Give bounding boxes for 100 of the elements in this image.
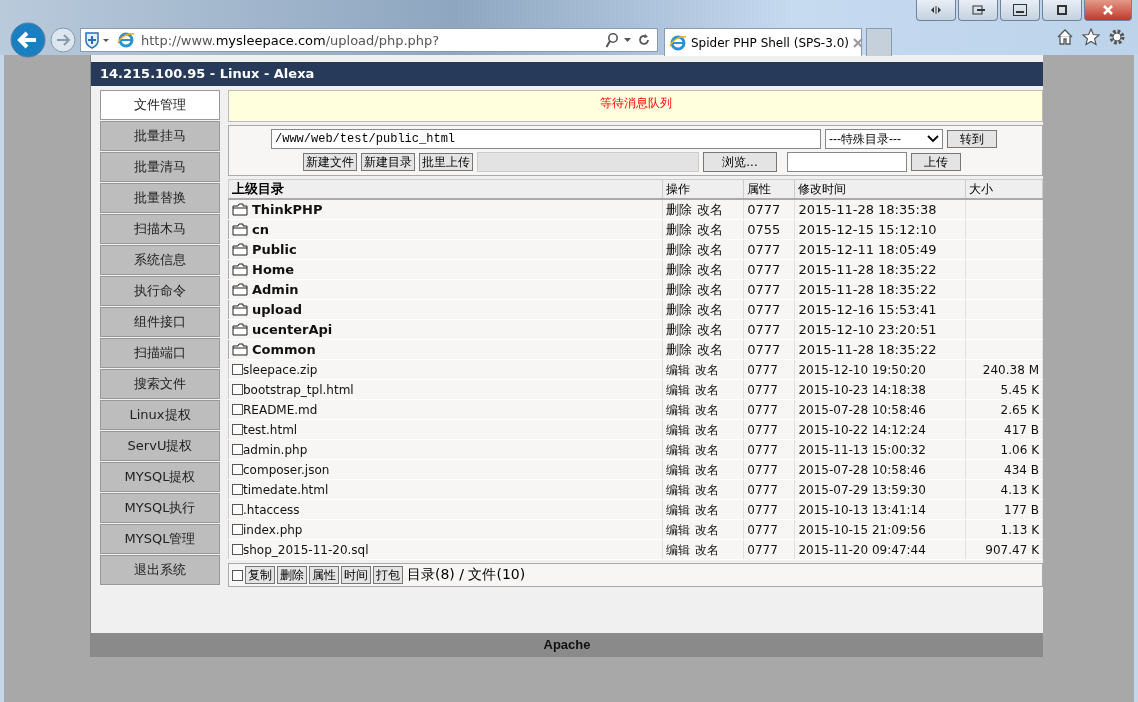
action-link[interactable]: 改名: [695, 541, 720, 558]
file-name[interactable]: sleepace.zip: [243, 361, 318, 378]
upload-button[interactable]: 上传: [911, 153, 961, 171]
new-file-button[interactable]: 新建文件: [303, 153, 357, 171]
go-button[interactable]: 转到: [947, 130, 997, 148]
compat-view-button[interactable]: [916, 0, 956, 21]
menu-item[interactable]: ServU提权: [100, 431, 220, 461]
menu-item[interactable]: 批量挂马: [100, 121, 220, 151]
path-field[interactable]: /www/web/test/public_html: [271, 129, 821, 149]
checkbox[interactable]: [232, 404, 243, 415]
action-link[interactable]: 改名: [695, 361, 720, 378]
action-link[interactable]: 改名: [697, 220, 724, 239]
action-link[interactable]: 改名: [695, 481, 720, 498]
checkbox[interactable]: [232, 524, 243, 535]
checkbox[interactable]: [232, 464, 243, 475]
menu-item[interactable]: MYSQL提权: [100, 462, 220, 492]
file-name[interactable]: index.php: [243, 521, 303, 538]
star-icon[interactable]: [1082, 28, 1100, 46]
action-link[interactable]: 编辑: [666, 361, 691, 378]
settings-icon[interactable]: [1108, 28, 1126, 46]
maximize-button[interactable]: [1042, 0, 1082, 21]
menu-item[interactable]: 搜索文件: [100, 369, 220, 399]
action-button[interactable]: 打包: [373, 566, 403, 584]
filename-field[interactable]: [787, 152, 907, 172]
folder-name[interactable]: Home: [252, 262, 295, 277]
menu-item[interactable]: 批量替换: [100, 183, 220, 213]
action-link[interactable]: 删除: [666, 240, 693, 259]
action-link[interactable]: 编辑: [666, 441, 691, 458]
action-link[interactable]: 改名: [697, 320, 724, 339]
action-link[interactable]: 改名: [695, 501, 720, 518]
checkbox[interactable]: [232, 544, 243, 555]
checkbox[interactable]: [232, 364, 243, 375]
action-link[interactable]: 改名: [697, 240, 724, 259]
action-link[interactable]: 删除: [666, 300, 693, 319]
action-link[interactable]: 改名: [695, 381, 720, 398]
file-name[interactable]: .htaccess: [243, 501, 300, 518]
file-name[interactable]: admin.php: [243, 441, 308, 458]
pin-button[interactable]: [958, 0, 998, 21]
action-link[interactable]: 删除: [666, 220, 693, 239]
action-link[interactable]: 改名: [697, 300, 724, 319]
menu-item[interactable]: 系统信息: [100, 245, 220, 275]
menu-item[interactable]: 批量清马: [100, 152, 220, 182]
folder-name[interactable]: cn: [252, 222, 269, 237]
folder-name[interactable]: Public: [252, 242, 297, 257]
menu-item[interactable]: Linux提权: [100, 400, 220, 430]
checkbox[interactable]: [232, 424, 243, 435]
folder-name[interactable]: ThinkPHP: [252, 202, 323, 217]
action-link[interactable]: 删除: [666, 340, 693, 359]
home-icon[interactable]: [1056, 28, 1074, 46]
menu-item[interactable]: 扫描端口: [100, 338, 220, 368]
action-link[interactable]: 改名: [697, 260, 724, 279]
folder-name[interactable]: Common: [252, 342, 316, 357]
file-name[interactable]: test.html: [243, 421, 298, 438]
action-link[interactable]: 删除: [666, 320, 693, 339]
browser-tab[interactable]: Spider PHP Shell (SPS-3.0): [664, 28, 862, 56]
action-link[interactable]: 编辑: [666, 461, 691, 478]
action-link[interactable]: 改名: [695, 421, 720, 438]
checkbox[interactable]: [232, 384, 243, 395]
action-link[interactable]: 编辑: [666, 501, 691, 518]
checkbox[interactable]: [232, 444, 243, 455]
minimize-button[interactable]: [1000, 0, 1040, 21]
action-button[interactable]: 复制: [245, 566, 275, 584]
folder-name[interactable]: upload: [252, 302, 303, 317]
special-dir-dropdown[interactable]: ---特殊目录---: [825, 129, 943, 149]
action-button[interactable]: 删除: [277, 566, 307, 584]
action-button[interactable]: 时间: [341, 566, 371, 584]
select-all-checkbox[interactable]: [232, 569, 243, 581]
checkbox[interactable]: [232, 504, 243, 515]
action-link[interactable]: 改名: [697, 280, 724, 299]
action-link[interactable]: 编辑: [666, 421, 691, 438]
menu-item[interactable]: MYSQL管理: [100, 524, 220, 554]
folder-name[interactable]: Admin: [252, 282, 299, 297]
file-name[interactable]: timedate.html: [243, 481, 329, 498]
menu-item[interactable]: 执行命令: [100, 276, 220, 306]
batch-upload-button[interactable]: 批里上传: [419, 153, 473, 171]
action-button[interactable]: 属性: [309, 566, 339, 584]
checkbox[interactable]: [232, 484, 243, 495]
menu-item[interactable]: 文件管理: [100, 90, 220, 120]
parent-dir-link[interactable]: 上级目录: [228, 179, 663, 199]
action-link[interactable]: 删除: [666, 260, 693, 279]
action-link[interactable]: 改名: [695, 441, 720, 458]
action-link[interactable]: 改名: [695, 461, 720, 478]
menu-item[interactable]: MYSQL执行: [100, 493, 220, 523]
close-button[interactable]: [1084, 0, 1132, 21]
action-link[interactable]: 改名: [695, 521, 720, 538]
browse-button[interactable]: 浏览...: [703, 152, 777, 172]
action-link[interactable]: 编辑: [666, 381, 691, 398]
menu-item[interactable]: 扫描木马: [100, 214, 220, 244]
action-link[interactable]: 编辑: [666, 481, 691, 498]
action-link[interactable]: 改名: [697, 200, 724, 219]
action-link[interactable]: 改名: [695, 401, 720, 418]
menu-item[interactable]: 组件接口: [100, 307, 220, 337]
action-link[interactable]: 删除: [666, 280, 693, 299]
action-link[interactable]: 编辑: [666, 541, 691, 558]
action-link[interactable]: 编辑: [666, 521, 691, 538]
file-name[interactable]: README.md: [243, 401, 318, 418]
file-name[interactable]: composer.json: [243, 461, 330, 478]
new-folder-button[interactable]: 新建目录: [361, 153, 415, 171]
action-link[interactable]: 改名: [697, 340, 724, 359]
folder-name[interactable]: ucenterApi: [252, 322, 333, 337]
